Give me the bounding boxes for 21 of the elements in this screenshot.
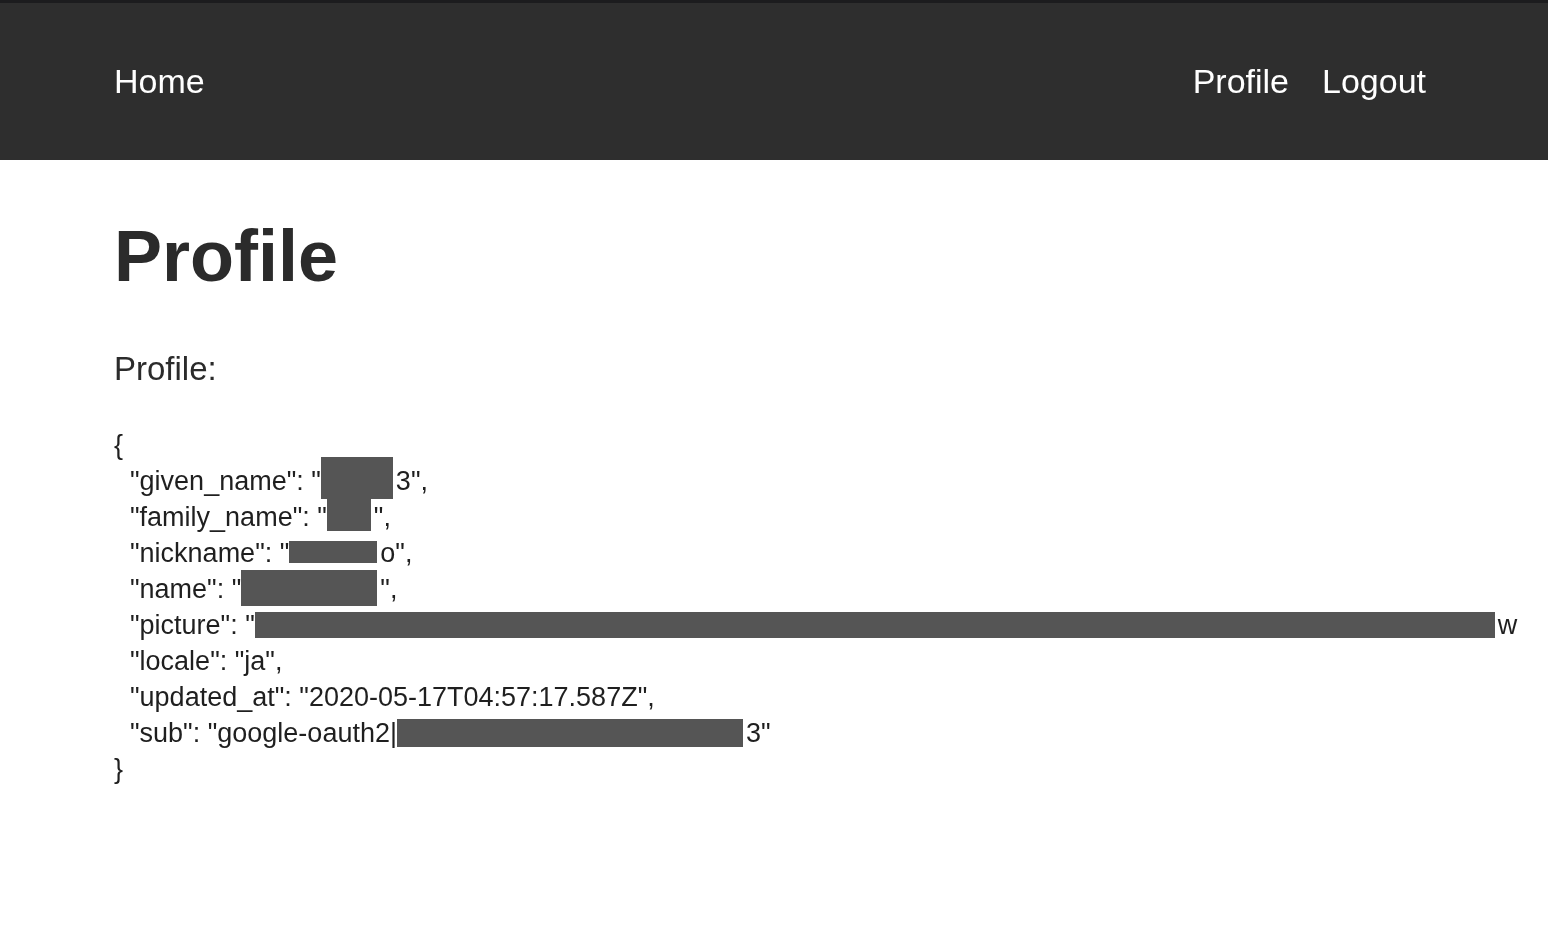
- json-text: o",: [380, 537, 413, 570]
- home-link[interactable]: Home: [114, 61, 205, 102]
- json-text: 3": [745, 717, 771, 750]
- json-text: w: [1497, 609, 1518, 642]
- json-text: "sub": "google-oauth2|: [130, 717, 397, 750]
- json-text: "locale": "ja",: [130, 645, 283, 678]
- json-text: "updated_at": "2020-05-17T04:57:17.587Z",: [130, 681, 655, 714]
- json-text: "picture": ": [130, 609, 255, 642]
- json-text: "family_name": ": [130, 501, 327, 534]
- json-text: "nickname": ": [130, 537, 290, 570]
- section-label: Profile:: [114, 349, 217, 389]
- json-text: "given_name": ": [130, 465, 321, 498]
- json-text: "name": ": [130, 573, 242, 606]
- json-text: 3",: [395, 465, 428, 498]
- json-text: ",: [373, 501, 391, 534]
- json-text: }: [114, 753, 124, 786]
- json-text: {: [114, 429, 124, 462]
- json-text: ",: [380, 573, 398, 606]
- nav-link[interactable]: Profile: [1192, 61, 1289, 102]
- nav-link[interactable]: Logout: [1322, 61, 1426, 102]
- page-title: Profile: [114, 215, 339, 298]
